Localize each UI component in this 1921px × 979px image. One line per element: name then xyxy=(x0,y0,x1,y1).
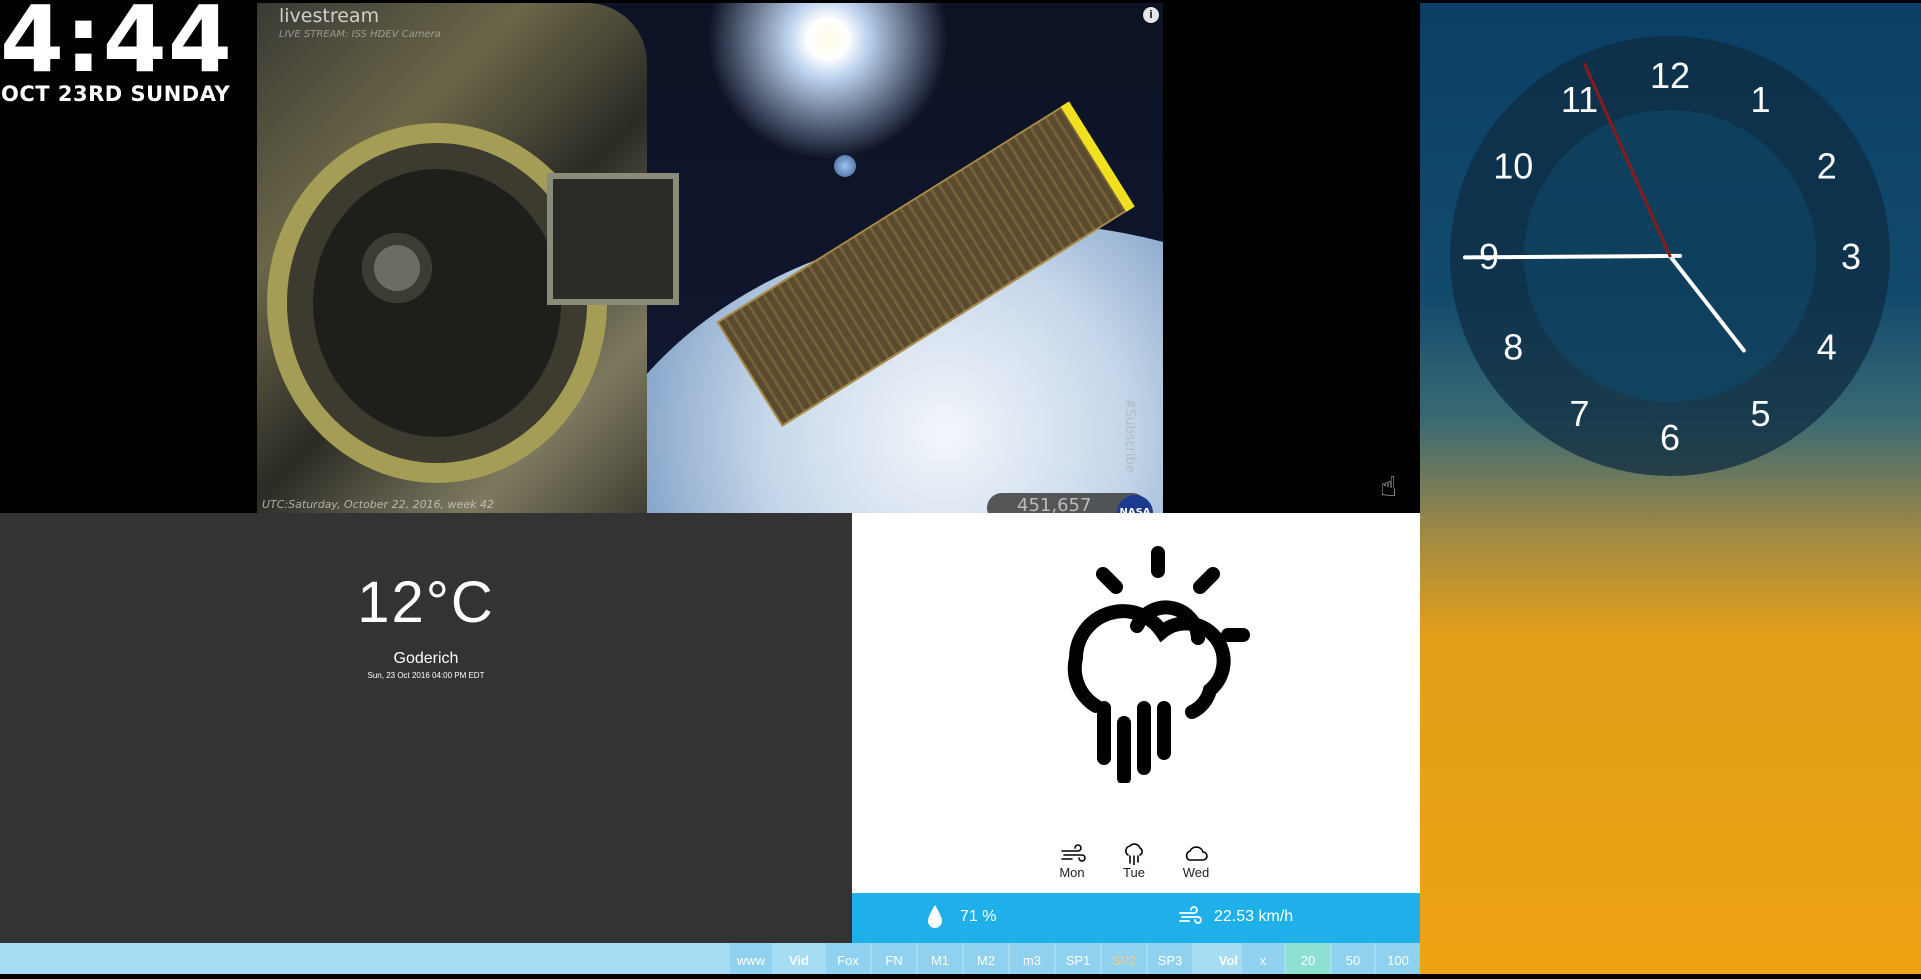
control-bar: www Vid Fox FN M1 M2 m3 SP1 SP2 SP3 Vol … xyxy=(0,943,1420,974)
clock-number-10: 10 xyxy=(1493,146,1533,187)
cloud-icon xyxy=(1185,846,1208,861)
vol-label: Vol xyxy=(1194,943,1242,974)
weather-panel: Mon Tue Wed xyxy=(852,513,1420,893)
updated-time: Sun, 23 Oct 2016 04:00 PM EDT xyxy=(367,671,485,680)
station-module-image xyxy=(257,3,679,513)
minute-hand xyxy=(1463,253,1682,260)
analog-clock-panel: 121234567891011 xyxy=(1420,3,1921,974)
clock-number-5: 5 xyxy=(1750,393,1770,434)
channel-button-m3[interactable]: m3 xyxy=(1010,943,1054,974)
clock-number-7: 7 xyxy=(1569,393,1589,434)
livestream-logo: livestream xyxy=(279,5,380,27)
volume-50-button[interactable]: 50 xyxy=(1332,943,1374,974)
channel-button-sp2[interactable]: SP2 xyxy=(1102,943,1146,974)
forecast-tue: Tue xyxy=(1104,843,1164,880)
vid-label: Vid xyxy=(772,943,826,974)
date-text: OCT 23RD SUNDAY xyxy=(1,82,231,106)
video-side-gap xyxy=(1163,3,1420,513)
channel-button-m2[interactable]: M2 xyxy=(964,943,1008,974)
utc-overlay: UTC:Saturday, October 22, 2016, week 42 xyxy=(262,498,494,511)
moon-image xyxy=(834,155,856,177)
wind-icon xyxy=(1179,906,1202,924)
clock-number-8: 8 xyxy=(1503,327,1523,368)
digital-time: 4:44 xyxy=(0,0,233,93)
forecast-day-label: Wed xyxy=(1182,865,1210,880)
wind-icon xyxy=(1061,844,1086,862)
clock-number-3: 3 xyxy=(1841,236,1861,277)
city-name: Goderich xyxy=(393,650,459,667)
clock-number-1: 1 xyxy=(1750,79,1770,120)
clock-number-2: 2 xyxy=(1817,146,1837,187)
stream-title: LIVE STREAM: ISS HDEV Camera xyxy=(279,29,441,40)
iss-video-player[interactable]: livestream LIVE STREAM: ISS HDEV Camera … xyxy=(257,3,1163,513)
analog-clock: 121234567891011 xyxy=(1450,36,1890,476)
info-icon[interactable]: i xyxy=(1143,7,1159,23)
clock-number-6: 6 xyxy=(1660,417,1680,458)
humidity-value: 71 % xyxy=(960,908,997,925)
volume-100-button[interactable]: 100 xyxy=(1376,943,1420,974)
hand-cursor-icon: ☝ xyxy=(1380,470,1398,503)
droplet-icon xyxy=(928,905,942,928)
rain-icon xyxy=(1125,843,1143,865)
channel-button-m1[interactable]: M1 xyxy=(918,943,962,974)
forecast-mon: Mon xyxy=(1042,843,1102,880)
volume-20-button[interactable]: 20 xyxy=(1286,943,1330,974)
channel-button-fn[interactable]: FN xyxy=(872,943,916,974)
subscribe-overlay[interactable]: #Subscribe xyxy=(1122,398,1137,473)
forecast-day-label: Tue xyxy=(1123,865,1145,880)
digital-clock-panel: 4:44 OCT 23RD SUNDAY xyxy=(0,0,257,513)
channel-button-sp1[interactable]: SP1 xyxy=(1056,943,1100,974)
channel-button-sp3[interactable]: SP3 xyxy=(1148,943,1192,974)
forecast-wed: Wed xyxy=(1166,843,1226,880)
clock-number-4: 4 xyxy=(1817,327,1837,368)
clock-number-12: 12 xyxy=(1650,55,1690,96)
wind-speed-value: 22.53 km/h xyxy=(1214,908,1294,925)
forecast-day-label: Mon xyxy=(1059,865,1085,880)
mute-button[interactable]: x xyxy=(1242,943,1284,974)
temperature-value: 12°C xyxy=(357,570,495,635)
temperature-panel: 12°C Goderich Sun, 23 Oct 2016 04:00 PM … xyxy=(0,513,852,943)
www-button[interactable]: www xyxy=(730,943,772,974)
partly-sunny-rain-icon xyxy=(1067,546,1250,783)
weather-info-bar: 71 % 22.53 km/h xyxy=(852,893,1420,943)
channel-button-fox[interactable]: Fox xyxy=(826,943,870,974)
